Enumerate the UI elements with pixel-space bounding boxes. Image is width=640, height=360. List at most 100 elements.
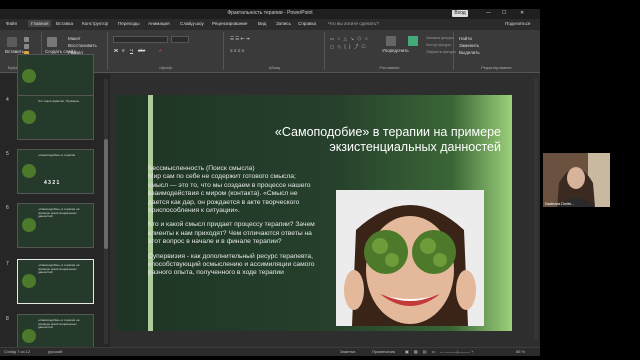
paragraph-group: ☰ ☰ ⇤ ⇥ ≡ ≡ ≡ ≡ Абзац	[225, 32, 325, 70]
cut-icon[interactable]	[24, 37, 29, 42]
thumbnail-title: «Самоподобие» в терапии на примере экзис…	[38, 318, 80, 330]
zoom-slider[interactable]: — ———|——— +	[440, 349, 474, 354]
thumbnail-scrollbar[interactable]	[104, 79, 108, 344]
ribbon-tabs: Файл Главная Вставка Конструктор Переходы Ани…	[0, 19, 540, 30]
view-buttons-icon[interactable]: ▣ ▦ ▤ ▭	[405, 349, 437, 354]
slide-counter: Слайд 7 из 12	[4, 349, 31, 354]
slide-thumbnail[interactable]: «Самоподобие» в терапии 4 3 2 1	[17, 149, 94, 194]
thumbnail-broccoli-image	[22, 218, 36, 232]
title-bar: Фрактальность терапии - PowerPoint Вход …	[0, 9, 540, 19]
tab-3[interactable]: Конструктор	[82, 21, 108, 26]
tab-1[interactable]: Главная	[28, 20, 52, 27]
font-family-select[interactable]	[113, 36, 168, 43]
slide-editor: «Самоподобие» в терапии на примере экзис…	[110, 74, 540, 347]
thumbnail-broccoli-image	[22, 164, 36, 178]
thumbnail-title: «Самоподобие» в терапии на примере экзис…	[38, 207, 80, 219]
slide-paragraph-3: Супервизия - как дополнительный ресурс т…	[148, 252, 315, 277]
current-slide: «Самоподобие» в терапии на примере экзис…	[116, 95, 512, 331]
thumbnail-pane: Что такое фрактал. Примеры. 4 «Самоподобие…	[0, 54, 110, 356]
reset-button[interactable]: Восстановить	[68, 43, 97, 48]
thumbnail-number: 5	[6, 151, 9, 157]
thumbnail-broccoli-image	[22, 69, 36, 83]
tab-4[interactable]: Переходы	[118, 21, 140, 26]
shapes-gallery-icon[interactable]: ▭ ○ △ ↘ ⬠ ☆	[330, 36, 369, 42]
new-slide-icon[interactable]	[47, 37, 57, 47]
tab-9[interactable]: Запись	[276, 21, 291, 26]
close-button[interactable]: ✕	[520, 10, 524, 16]
participant-name: Nadezda Dmitri...	[545, 202, 575, 206]
tab-10[interactable]: Справка	[298, 21, 316, 26]
select-button[interactable]: Выделить	[459, 50, 480, 55]
thumbnail-number: 6	[6, 205, 9, 211]
scroll-thumb[interactable]	[104, 139, 108, 249]
slide-thumbnail[interactable]: «Самоподобие» в терапии на примере экзис…	[17, 259, 94, 304]
zoom-level[interactable]: 85 %	[516, 349, 525, 354]
tab-8[interactable]: Вид	[258, 21, 266, 26]
shape-effects-button[interactable]: Эффекты фигуры	[426, 50, 456, 54]
status-bar: Слайд 7 из 12 русский Заметки Примечания…	[0, 347, 540, 356]
editor-scrollbar[interactable]	[534, 78, 538, 340]
slide-title[interactable]: «Самоподобие» в терапии на примере экзис…	[196, 125, 501, 155]
share-button[interactable]: Поделиться	[505, 21, 530, 26]
thumbnail-broccoli-image	[22, 110, 36, 124]
align-icon[interactable]: ≡ ≡ ≡ ≡	[230, 48, 244, 53]
drawing-group-label: Рисование	[379, 65, 400, 70]
thumbnail-broccoli-image	[22, 274, 36, 288]
quick-styles-icon[interactable]	[408, 36, 418, 46]
tell-me-search[interactable]: Что вы хотите сделать?	[328, 21, 379, 26]
minimize-button[interactable]: —	[486, 10, 491, 16]
workspace: Что такое фрактал. Примеры. 4 «Самоподобие…	[0, 54, 540, 356]
layout-button[interactable]: Макет	[68, 36, 81, 41]
shapes-gallery-row2-icon[interactable]: ▢ ◇ { } ⤴ ☐	[330, 44, 367, 50]
thumbnail-title: «Самоподобие» в терапии на примере экзис…	[38, 263, 80, 275]
strikethrough-icon[interactable]: abc	[138, 48, 145, 53]
screen: Фрактальность терапии - PowerPoint Вход …	[0, 0, 640, 360]
thumbnail-title: «Самоподобие» в терапии	[38, 153, 76, 157]
arrange-icon[interactable]	[386, 36, 396, 46]
slide-paragraph-2: Кто и какой смысл придает процессу терап…	[148, 221, 315, 246]
comments-button[interactable]: Примечания	[372, 349, 395, 354]
thumbnail-broccoli-image	[22, 329, 36, 343]
shape-fill-button[interactable]: Заливка фигуры	[426, 36, 453, 40]
replace-button[interactable]: Заменить	[459, 43, 479, 48]
thumbnail-number: 4	[6, 97, 9, 103]
woman-broccoli-photo[interactable]	[336, 190, 484, 326]
tab-6[interactable]: Слайд-шоу	[180, 21, 204, 26]
italic-icon[interactable]: К	[122, 48, 125, 53]
arrange-button[interactable]: Упорядочить	[382, 48, 409, 53]
font-size-select[interactable]	[171, 36, 189, 43]
font-group: Ж К Ч abc A Шрифт	[109, 32, 224, 70]
webcam-person-image	[543, 153, 610, 207]
slide-body[interactable]: Бессмысленность (Поиск смысла) Мир сам п…	[148, 165, 316, 284]
tab-2[interactable]: Вставка	[56, 21, 73, 26]
slide-paragraph-1: Мир сам по себе не содержит готового смы…	[148, 173, 311, 215]
thumbnail-title: Что такое фрактал. Примеры.	[38, 99, 80, 103]
tab-0[interactable]: Файл	[6, 21, 17, 26]
drawing-group: ▭ ○ △ ↘ ⬠ ☆ ▢ ◇ { } ⤴ ☐ Упорядочить Зали…	[326, 32, 456, 70]
signin-button[interactable]: Вход	[452, 10, 468, 17]
paragraph-group-label: Абзац	[268, 65, 281, 70]
paste-icon[interactable]	[7, 37, 17, 47]
restore-button[interactable]: ☐	[502, 10, 506, 16]
bullets-icon[interactable]: ☰ ☰ ⇤ ⇥	[230, 36, 249, 42]
powerpoint-window: Фрактальность терапии - PowerPoint Вход …	[0, 9, 540, 356]
slide-thumbnail[interactable]: Что такое фрактал. Примеры.	[17, 95, 94, 140]
slide-thumbnail[interactable]: «Самоподобие» в терапии на примере экзис…	[17, 203, 94, 248]
tab-5[interactable]: Анимация	[148, 21, 170, 26]
font-group-label: Шрифт	[159, 65, 173, 70]
copy-icon[interactable]	[24, 44, 29, 49]
language-indicator[interactable]: русский	[48, 349, 62, 354]
editing-group: Найти Заменить Выделить Редактирование	[455, 32, 538, 70]
underline-icon[interactable]: Ч	[130, 48, 133, 53]
shape-outline-button[interactable]: Контур фигуры	[426, 43, 451, 47]
thumbnail-number: 7	[6, 261, 9, 267]
thumbnail-numbers: 4 3 2 1	[44, 180, 60, 186]
bold-icon[interactable]: Ж	[114, 48, 118, 53]
notes-button[interactable]: Заметки	[340, 349, 355, 354]
font-color-icon[interactable]: A	[159, 48, 162, 53]
slide-thumbnail[interactable]	[17, 54, 94, 99]
editing-group-label: Редактирование	[481, 65, 512, 70]
webcam-tile: Nadezda Dmitri...	[543, 153, 610, 207]
find-button[interactable]: Найти	[459, 36, 472, 41]
tab-7[interactable]: Рецензирование	[212, 21, 247, 26]
